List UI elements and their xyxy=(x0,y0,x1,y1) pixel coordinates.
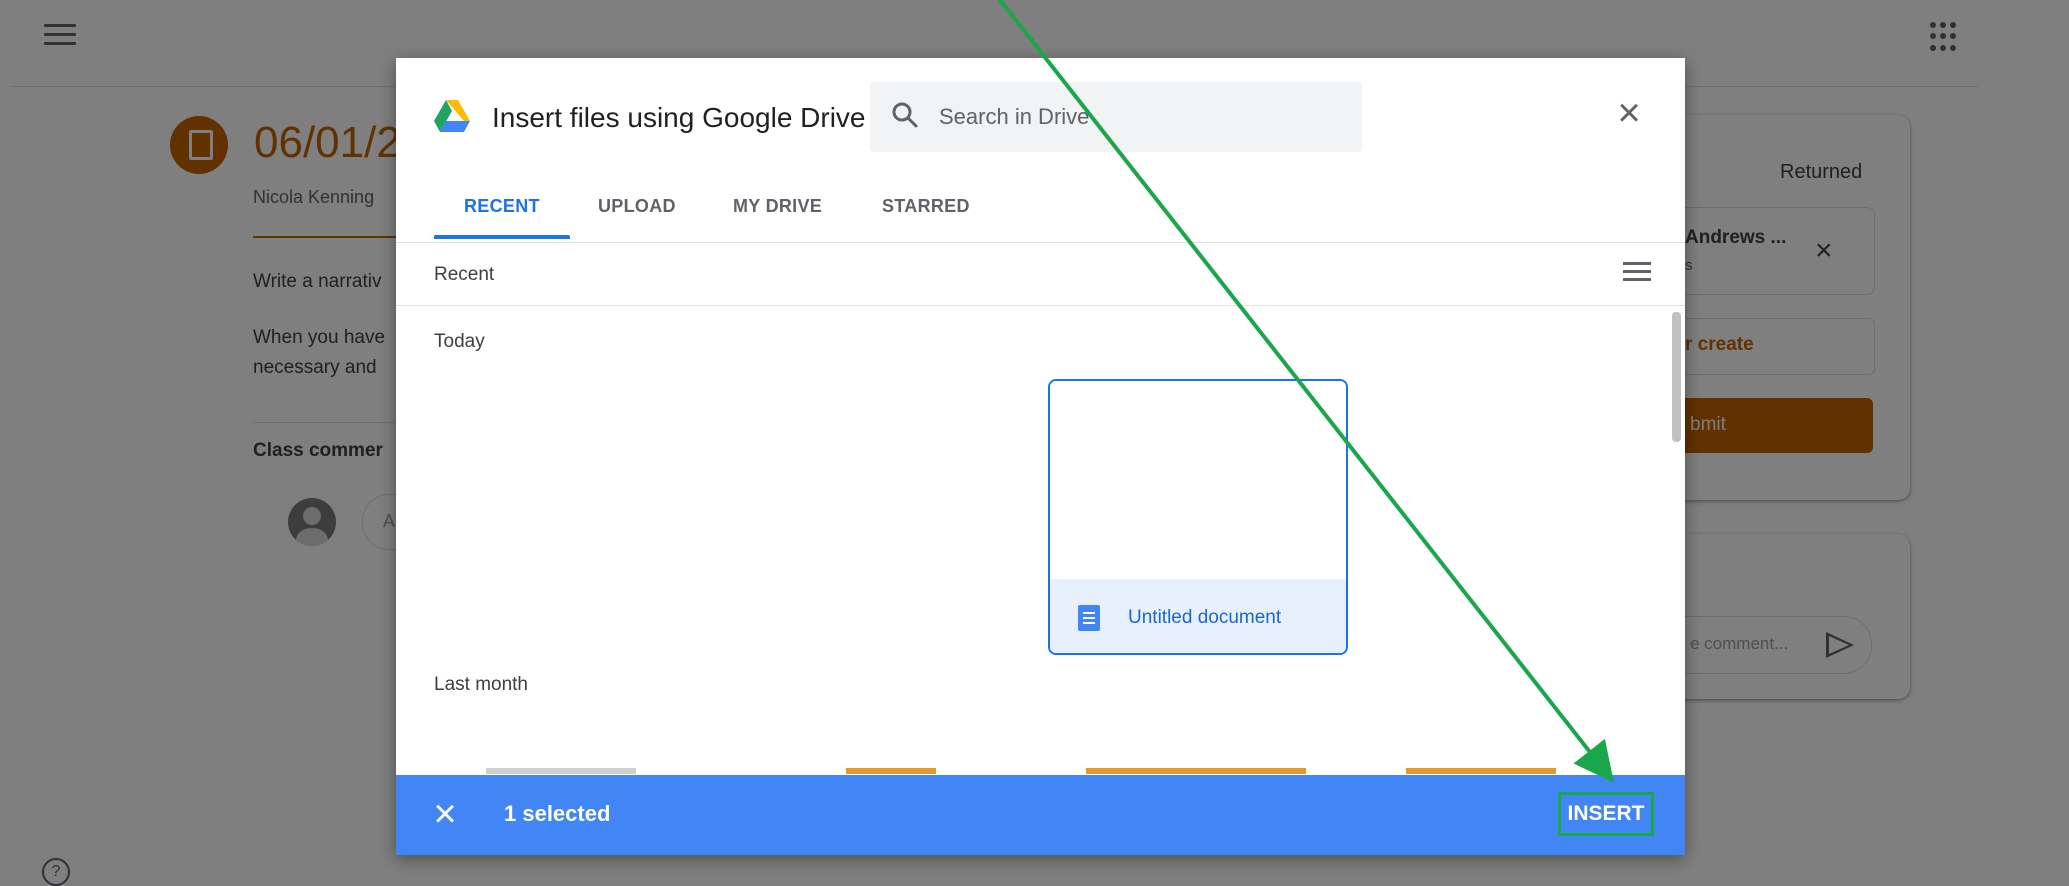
tab-recent[interactable]: RECENT xyxy=(464,196,540,217)
tabs-divider xyxy=(396,242,1685,243)
tab-upload[interactable]: UPLOAD xyxy=(598,196,676,217)
insert-files-dialog: Insert files using Google Drive Search i… xyxy=(396,58,1685,855)
list-view-icon[interactable] xyxy=(1623,262,1651,284)
tab-my-drive[interactable]: MY DRIVE xyxy=(733,196,822,217)
search-icon xyxy=(892,102,918,128)
section-last-month-label: Last month xyxy=(434,674,528,695)
dialog-title: Insert files using Google Drive xyxy=(492,102,866,133)
breadcrumb-divider xyxy=(396,305,1685,306)
section-today-label: Today xyxy=(434,331,485,352)
google-drive-logo-icon xyxy=(434,100,470,132)
search-placeholder: Search in Drive xyxy=(939,104,1090,129)
file-name: Untitled document xyxy=(1128,607,1282,628)
clear-selection-close-icon[interactable]: × xyxy=(426,794,464,834)
file-card-untitled-document[interactable]: Untitled document xyxy=(1048,379,1348,655)
selection-count: 1 selected xyxy=(504,801,611,826)
breadcrumb: Recent xyxy=(434,264,495,285)
insert-button[interactable]: INSERT xyxy=(1558,792,1654,836)
close-icon[interactable]: × xyxy=(1614,93,1644,133)
google-docs-icon xyxy=(1078,605,1100,631)
tab-starred[interactable]: STARRED xyxy=(882,196,970,217)
selection-action-bar: × 1 selected INSERT xyxy=(396,775,1685,855)
file-thumbnail xyxy=(1050,381,1346,579)
active-tab-indicator xyxy=(434,235,570,239)
scrollbar[interactable] xyxy=(1672,312,1681,442)
